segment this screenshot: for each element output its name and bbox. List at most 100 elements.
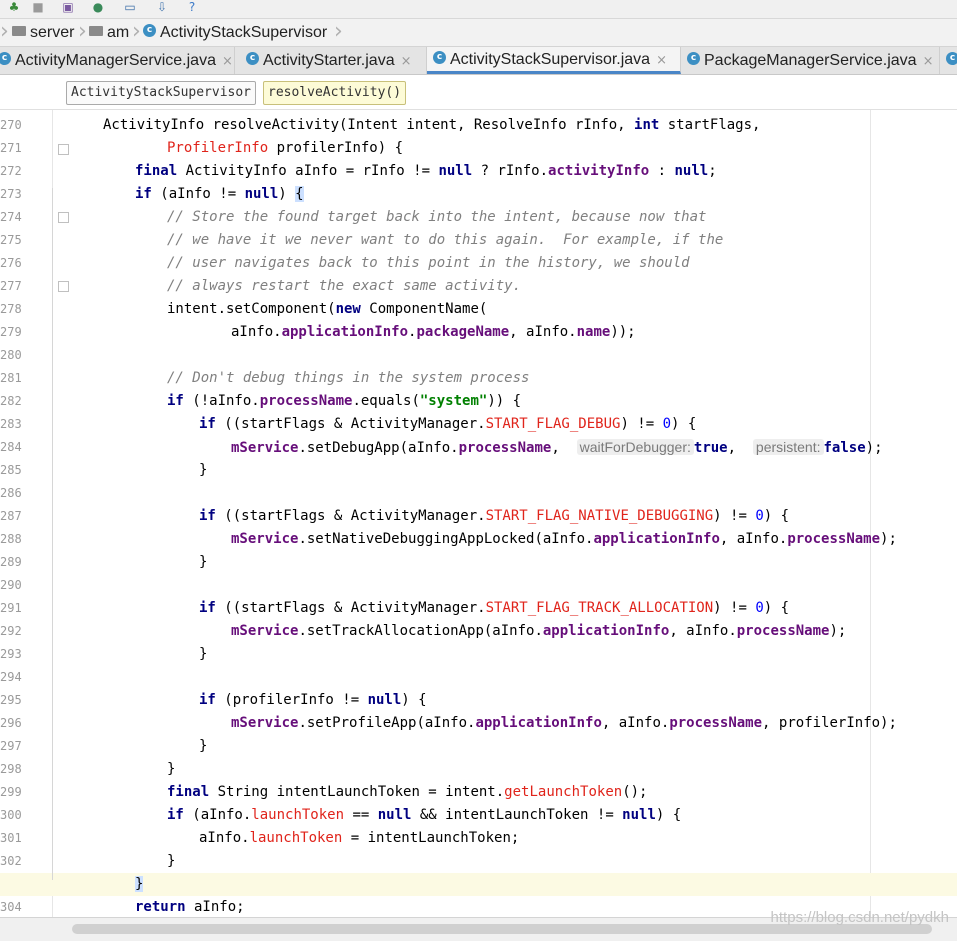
keyword: return xyxy=(135,899,186,915)
keyword: new xyxy=(335,301,361,317)
fold-marker-icon[interactable] xyxy=(58,281,69,292)
parameter-hint: waitForDebugger: xyxy=(576,439,694,455)
code-text: , aInfo. xyxy=(601,715,670,731)
code-text: (); xyxy=(622,784,648,800)
code-line: } xyxy=(0,643,957,666)
class-icon: c xyxy=(946,52,957,66)
field: mService xyxy=(231,440,299,456)
matched-brace: } xyxy=(135,876,144,892)
field: mService xyxy=(231,715,299,731)
constant: START_FLAG_TRACK_ALLOCATION xyxy=(485,600,714,616)
field: processName xyxy=(736,623,830,639)
tree-icon[interactable]: ♣ xyxy=(6,0,22,14)
field: applicationInfo xyxy=(593,531,720,547)
code-text: ); xyxy=(829,623,847,639)
number-literal: 0 xyxy=(662,416,672,432)
help-icon[interactable]: ? xyxy=(184,0,200,14)
code-line: if (!aInfo.processName.equals("system"))… xyxy=(0,390,957,413)
keyword: null xyxy=(244,186,279,202)
close-icon[interactable]: × xyxy=(656,53,667,68)
field: launchToken xyxy=(251,807,345,823)
code-line: if (aInfo != null) { xyxy=(0,183,957,206)
breadcrumb-item-server[interactable]: server xyxy=(12,23,74,43)
code-text: ) { xyxy=(671,416,697,432)
method-chip[interactable]: resolveActivity() xyxy=(263,81,407,105)
close-icon[interactable]: × xyxy=(222,54,233,69)
breadcrumb-item-am[interactable]: am xyxy=(89,23,129,43)
stop-icon[interactable]: ■ xyxy=(30,0,46,14)
breadcrumb-separator: › xyxy=(0,19,9,44)
code-line: // Store the found target back into the … xyxy=(0,206,957,229)
code-text: .setNativeDebuggingAppLocked(aInfo. xyxy=(298,531,594,547)
structure-icon[interactable]: ▣ xyxy=(60,0,76,14)
code-text: } xyxy=(199,646,208,662)
code-text: (aInfo. xyxy=(183,807,252,823)
fold-marker-icon[interactable] xyxy=(58,212,69,223)
tab-packagemanagerservice[interactable]: c PackageManagerService.java × xyxy=(681,47,940,74)
code-line: ProfilerInfo profilerInfo) { xyxy=(0,137,957,160)
field: processName xyxy=(259,393,353,409)
code-text: , aInfo. xyxy=(509,324,577,340)
code-editor[interactable]: 270 271 272 273 274 275 276 277 278 279 280 281 282 2… xyxy=(0,110,957,917)
tab-activitystacksupervisor[interactable]: c ActivityStackSupervisor.java × xyxy=(427,47,681,74)
fold-marker-icon[interactable] xyxy=(58,144,69,155)
comment: // user navigates back to this point in … xyxy=(167,255,690,271)
indent-guide xyxy=(52,188,53,880)
code-text: ) != xyxy=(713,508,756,524)
code-text: aInfo. xyxy=(199,830,250,846)
code-text: ); xyxy=(865,440,883,456)
code-line: } xyxy=(0,551,957,574)
code-text: : xyxy=(649,163,675,179)
code-text: = intentLaunchToken; xyxy=(342,830,520,846)
code-line: if ((startFlags & ActivityManager.START_… xyxy=(0,505,957,528)
code-text: && intentLaunchToken != xyxy=(411,807,623,823)
keyword: null xyxy=(367,692,402,708)
code-line: final ActivityInfo aInfo = rInfo != null… xyxy=(0,160,957,183)
android-icon[interactable]: ● xyxy=(90,0,106,14)
line-number: 280 xyxy=(0,348,22,362)
device-icon[interactable]: ▭ xyxy=(122,0,138,14)
field: applicationInfo xyxy=(281,324,409,340)
tab-activitymanagerservice[interactable]: c ActivityManagerService.java × xyxy=(0,47,235,74)
code-line: mService.setDebugApp(aInfo.processName, … xyxy=(0,436,957,459)
comment: // we have it we never want to do this a… xyxy=(167,232,724,248)
field: applicationInfo xyxy=(475,715,602,731)
field: mService xyxy=(231,531,299,547)
keyword: if xyxy=(135,186,152,202)
tab-label: ActivityStackSupervisor.java xyxy=(450,51,651,68)
close-icon[interactable]: × xyxy=(923,54,934,69)
close-icon[interactable]: × xyxy=(401,54,412,69)
breadcrumb-label: server xyxy=(30,24,75,41)
keyword: final xyxy=(167,784,210,800)
keyword: final xyxy=(135,163,178,179)
comment: // Don't debug things in the system proc… xyxy=(167,370,530,386)
code-line: if (profilerInfo != null) { xyxy=(0,689,957,712)
tab-activitystarter[interactable]: c ActivityStarter.java × xyxy=(240,47,427,74)
code-line: } xyxy=(0,459,957,482)
code-text: aInfo. xyxy=(231,324,282,340)
code-text: } xyxy=(167,761,176,777)
code-text: ) xyxy=(278,186,296,202)
keyword: null xyxy=(622,807,656,823)
code-text: } xyxy=(167,853,176,869)
code-text: ) != xyxy=(620,416,663,432)
tab-overflow[interactable]: c xyxy=(940,47,957,74)
breadcrumb-item-class[interactable]: c ActivityStackSupervisor xyxy=(143,23,327,43)
code-text: (profilerInfo != xyxy=(215,692,368,708)
code-text: (!aInfo. xyxy=(183,393,260,409)
tab-label: ActivityManagerService.java xyxy=(15,52,216,69)
code-text: ) { xyxy=(763,508,790,524)
class-icon: c xyxy=(0,52,11,66)
keyword: true xyxy=(693,440,728,456)
code-line: aInfo.applicationInfo.packageName, aInfo… xyxy=(0,321,957,344)
class-icon: c xyxy=(687,52,700,66)
keyword: if xyxy=(167,807,184,823)
code-text: ); xyxy=(880,531,897,547)
download-icon[interactable]: ⇩ xyxy=(154,0,170,14)
code-line: // we have it we never want to do this a… xyxy=(0,229,957,252)
keyword: if xyxy=(199,692,216,708)
method-call: getLaunchToken xyxy=(504,784,623,800)
watermark: https://blog.csdn.net/pydkh xyxy=(770,909,949,926)
code-text: (aInfo != xyxy=(151,186,245,202)
class-chip[interactable]: ActivityStackSupervisor xyxy=(66,81,257,105)
